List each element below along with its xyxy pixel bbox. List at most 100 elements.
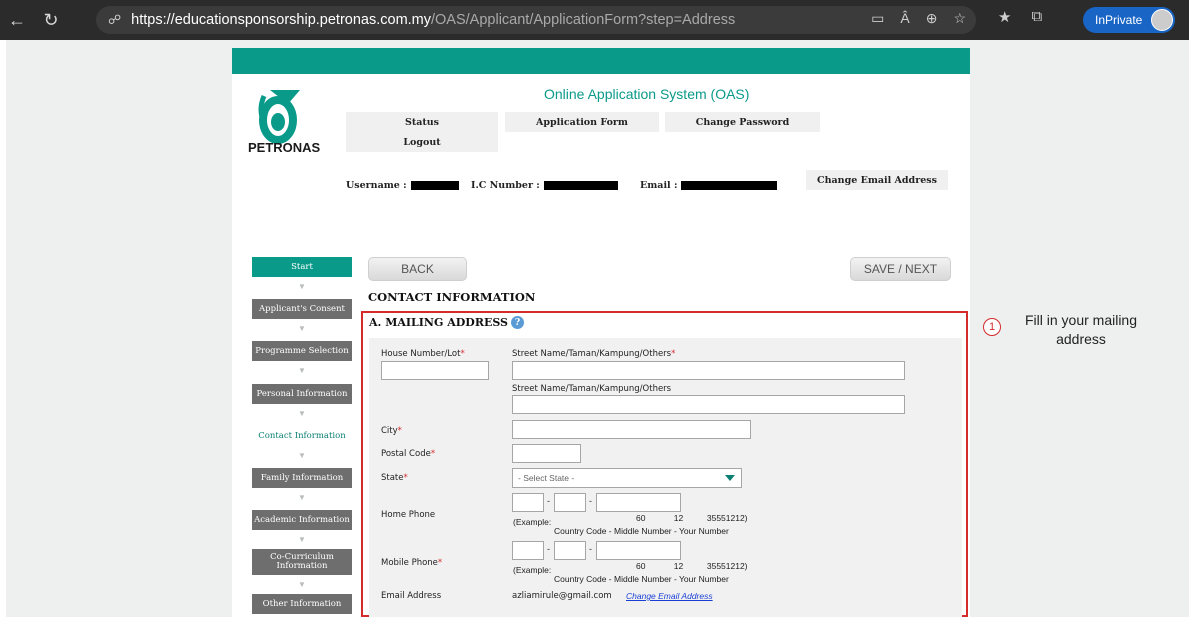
mailing-address-heading: A. MAILING ADDRESS ? bbox=[369, 316, 524, 329]
home-phone-label: Home Phone bbox=[381, 510, 436, 520]
change-email-link[interactable]: Change Email Address bbox=[626, 591, 713, 601]
mobile-phone-number-input[interactable] bbox=[596, 541, 681, 560]
mailing-address-title: A. MAILING ADDRESS bbox=[369, 316, 508, 329]
mobile-phone-label: Mobile Phone* bbox=[381, 558, 442, 568]
postal-code-label: Postal Code* bbox=[381, 449, 435, 459]
username-label: Username : bbox=[346, 180, 407, 191]
state-select[interactable]: - Select State - bbox=[512, 468, 742, 488]
profile-avatar-icon bbox=[1151, 9, 1173, 31]
favorites-icon[interactable]: ★ bbox=[998, 8, 1011, 26]
header-bar bbox=[232, 48, 970, 74]
refresh-icon[interactable]: ↻ bbox=[34, 10, 68, 31]
section-title: CONTACT INFORMATION bbox=[368, 290, 536, 304]
step-start[interactable]: Start bbox=[252, 257, 352, 277]
app-available-icon[interactable]: ▭ bbox=[871, 10, 884, 27]
city-label: City* bbox=[381, 426, 402, 436]
chevron-down-icon: ▼ bbox=[298, 282, 306, 291]
dash-separator: - bbox=[547, 496, 550, 506]
step-academic-information[interactable]: Academic Information bbox=[252, 510, 352, 530]
dropdown-caret-icon bbox=[725, 475, 735, 481]
inprivate-label: InPrivate bbox=[1095, 13, 1143, 27]
favorite-add-icon[interactable]: ☆ bbox=[953, 10, 966, 27]
street-label: Street Name/Taman/Kampung/Others* bbox=[512, 349, 675, 359]
house-number-input[interactable] bbox=[381, 361, 489, 380]
mobile-phone-middle-input[interactable] bbox=[554, 541, 586, 560]
system-title: Online Application System (OAS) bbox=[544, 86, 750, 102]
postal-code-input[interactable] bbox=[512, 444, 581, 463]
step-personal-information[interactable]: Personal Information bbox=[252, 384, 352, 404]
username-info: Username : bbox=[346, 180, 459, 191]
home-phone-example: (Example: 60 12 35551212) bbox=[513, 513, 748, 527]
ic-info: I.C Number : bbox=[471, 180, 618, 191]
street2-input[interactable] bbox=[512, 395, 905, 414]
menu-application-form[interactable]: Application Form bbox=[505, 112, 659, 132]
address-bar[interactable]: ☍ https://educationsponsorship.petronas.… bbox=[96, 6, 976, 34]
required-mark: * bbox=[403, 473, 408, 483]
required-mark: * bbox=[430, 449, 436, 459]
example-prefix: (Example: bbox=[513, 565, 552, 575]
back-arrow-icon[interactable]: ← bbox=[0, 10, 34, 31]
help-icon[interactable]: ? bbox=[511, 316, 524, 329]
city-input[interactable] bbox=[512, 420, 751, 439]
annotation-number: 1 bbox=[983, 318, 1001, 336]
url-path: /OAS/Applicant/ApplicationForm?step=Addr… bbox=[431, 12, 736, 28]
example-values: 60 12 35551212) bbox=[636, 513, 748, 523]
home-phone-country-code-input[interactable] bbox=[512, 493, 544, 512]
ic-label: I.C Number : bbox=[471, 180, 540, 191]
save-next-button[interactable]: SAVE / NEXT bbox=[850, 257, 951, 281]
chevron-down-icon: ▼ bbox=[298, 580, 306, 589]
email-redacted bbox=[681, 181, 778, 190]
menu-status[interactable]: Status bbox=[346, 112, 498, 132]
zoom-icon[interactable]: ⊕ bbox=[926, 10, 938, 27]
menu-change-password[interactable]: Change Password bbox=[665, 112, 820, 132]
postal-code-label-text: Postal Code bbox=[381, 449, 431, 459]
collections-icon[interactable]: ⧉ bbox=[1031, 8, 1042, 26]
required-mark: * bbox=[671, 349, 676, 359]
step-applicants-consent[interactable]: Applicant's Consent bbox=[252, 299, 352, 319]
chevron-down-icon: ▼ bbox=[298, 409, 306, 418]
home-phone-example-caption: Country Code - Middle Number - Your Numb… bbox=[554, 526, 729, 536]
home-phone-middle-input[interactable] bbox=[554, 493, 586, 512]
email-address-value: azliamirule@gmail.com bbox=[512, 591, 612, 601]
required-mark: * bbox=[437, 558, 443, 568]
city-label-text: City bbox=[381, 426, 398, 436]
dash-separator: - bbox=[547, 544, 550, 554]
annotation-text: Fill in your mailing address bbox=[1024, 312, 1138, 347]
house-number-label: House Number/Lot* bbox=[381, 349, 465, 359]
change-email-button[interactable]: Change Email Address bbox=[806, 170, 948, 190]
mobile-phone-label-text: Mobile Phone bbox=[381, 558, 438, 568]
step-other-information[interactable]: Other Information bbox=[252, 594, 352, 614]
home-phone-number-input[interactable] bbox=[596, 493, 681, 512]
username-redacted bbox=[410, 181, 459, 190]
street-input[interactable] bbox=[512, 361, 905, 380]
step-family-information[interactable]: Family Information bbox=[252, 468, 352, 488]
browser-toolbar: ← ↻ ☍ https://educationsponsorship.petro… bbox=[0, 0, 1189, 40]
url-text[interactable]: https://educationsponsorship.petronas.co… bbox=[131, 12, 735, 28]
street-label-text: Street Name/Taman/Kampung/Others bbox=[512, 349, 672, 359]
back-button[interactable]: BACK bbox=[368, 257, 467, 281]
email-address-label: Email Address bbox=[381, 591, 442, 601]
inprivate-button[interactable]: InPrivate bbox=[1083, 7, 1175, 33]
house-number-label-text: House Number/Lot bbox=[381, 349, 461, 359]
state-label: State* bbox=[381, 473, 408, 483]
example-prefix: (Example: bbox=[513, 517, 552, 527]
read-aloud-icon[interactable]: Â bbox=[900, 10, 909, 27]
state-label-text: State bbox=[381, 473, 404, 483]
email-info: Email : bbox=[640, 180, 778, 191]
chevron-down-icon: ▼ bbox=[298, 366, 306, 375]
step-co-curriculum-information[interactable]: Co-Curriculum Information bbox=[252, 549, 352, 575]
example-values: 60 12 35551212) bbox=[636, 561, 748, 571]
chevron-down-icon: ▼ bbox=[298, 324, 306, 333]
step-programme-selection[interactable]: Programme Selection bbox=[252, 341, 352, 361]
lock-icon[interactable]: ☍ bbox=[108, 12, 121, 28]
street2-label: Street Name/Taman/Kampung/Others bbox=[512, 384, 672, 394]
required-mark: * bbox=[397, 426, 402, 436]
chevron-down-icon: ▼ bbox=[298, 451, 306, 460]
dash-separator: - bbox=[589, 544, 592, 554]
chevron-down-icon: ▼ bbox=[298, 535, 306, 544]
required-mark: * bbox=[460, 349, 465, 359]
mobile-phone-country-code-input[interactable] bbox=[512, 541, 544, 560]
menu-logout[interactable]: Logout bbox=[346, 132, 498, 152]
state-select-value: - Select State - bbox=[518, 473, 575, 483]
step-contact-information[interactable]: Contact Information bbox=[252, 426, 352, 446]
